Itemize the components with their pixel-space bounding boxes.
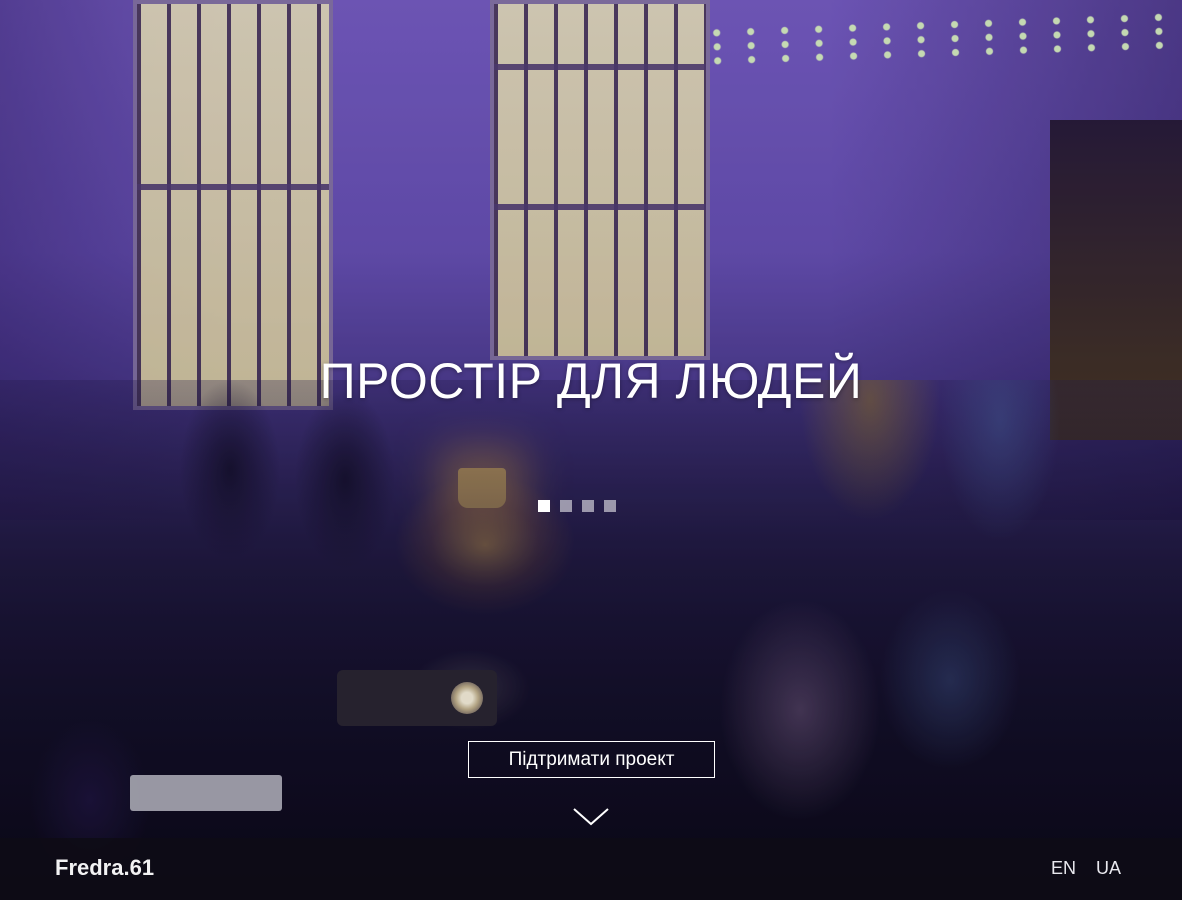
hero-section: ПРОСТІР ДЛЯ ЛЮДЕЙ Підтримати проект Fred…	[0, 0, 1182, 900]
support-project-button[interactable]: Підтримати проект	[468, 741, 715, 778]
slide-dot-2[interactable]	[560, 500, 572, 512]
slider-pagination	[538, 500, 616, 512]
language-ua-link[interactable]: UA	[1096, 858, 1121, 879]
slide-dot-4[interactable]	[604, 500, 616, 512]
hero-headline: ПРОСТІР ДЛЯ ЛЮДЕЙ	[319, 353, 863, 409]
brand-logo[interactable]: Fredra.61	[55, 855, 154, 881]
slide-dot-1[interactable]	[538, 500, 550, 512]
chevron-down-icon[interactable]	[571, 803, 611, 829]
slide-dot-3[interactable]	[582, 500, 594, 512]
footer-bar: Fredra.61 EN UA	[0, 838, 1182, 900]
language-en-link[interactable]: EN	[1051, 858, 1076, 879]
